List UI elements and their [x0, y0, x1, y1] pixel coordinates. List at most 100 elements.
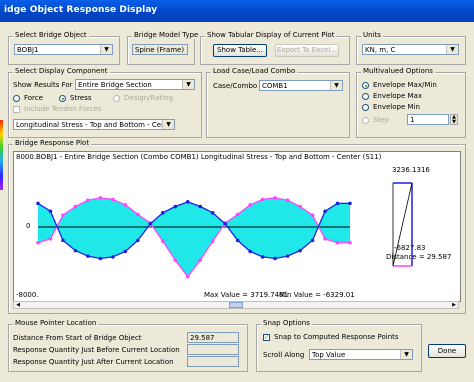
show-table-button[interactable]: Show Table...	[213, 44, 267, 57]
design-rating-label: Design/Rating	[124, 94, 174, 102]
distance-label: Distance From Start of Bridge Object	[13, 334, 142, 342]
stress-radio[interactable]	[59, 95, 66, 102]
step-spinner-icon[interactable]: ▲ ▼	[450, 114, 458, 125]
bottom-series-point	[323, 209, 327, 214]
bottom-series-point	[223, 222, 227, 226]
scroll-thumb[interactable]	[229, 302, 243, 308]
envelope-max-label: Envelope Max	[373, 92, 422, 100]
bottom-series-point	[161, 211, 165, 215]
units-select[interactable]: KN, m, C ▼	[362, 44, 459, 55]
bottom-series-point	[260, 255, 265, 259]
component-select[interactable]: Longitudinal Stress - Top and Bottom - C…	[13, 119, 175, 130]
top-series-point	[111, 197, 115, 202]
bottom-series-point	[136, 238, 140, 243]
bottom-series-point	[185, 200, 190, 204]
top-series-point	[260, 197, 265, 202]
bottom-series-point	[148, 222, 153, 226]
top-series-point	[185, 274, 190, 279]
snap-checkbox[interactable]: ✓	[263, 334, 270, 341]
plot-scrollbar[interactable]: ◀ ▶	[13, 301, 459, 309]
envelope-max-radio[interactable]	[362, 93, 369, 100]
force-label: Force	[24, 94, 43, 102]
units-group: Units KN, m, C ▼	[356, 31, 466, 65]
units-label: Units	[361, 31, 383, 39]
top-series-point	[61, 213, 65, 217]
response-plot-label: Bridge Response Plot	[13, 139, 92, 147]
multivalued-label: Multivalued Options	[361, 67, 435, 75]
show-results-label: Show Results For	[13, 81, 73, 89]
bottom-series-point	[98, 256, 103, 261]
done-button[interactable]: Done	[428, 344, 466, 358]
multivalued-group: Multivalued Options Envelope Max/Min Env…	[356, 67, 466, 138]
plot-canvas[interactable]: 8000. BOBJ1 - Entire Bridge Section (Com…	[13, 151, 461, 302]
bottom-series-point	[36, 201, 40, 206]
top-series-point	[123, 203, 128, 207]
bridge-object-select[interactable]: BOBJ1 ▼	[14, 44, 113, 55]
scroll-right-icon[interactable]: ▶	[450, 302, 458, 308]
top-series-point	[161, 239, 165, 243]
envelope-maxmin-radio[interactable]	[362, 82, 369, 89]
display-component-group: Select Display Component Show Results Fo…	[8, 67, 202, 138]
chevron-down-icon[interactable]: ▼	[446, 45, 458, 54]
include-tendon-label: Include Tendon Forces	[24, 105, 102, 113]
scroll-along-select[interactable]: Top Value ▼	[309, 349, 413, 360]
before-label: Response Quantity Just Before Current Lo…	[13, 346, 180, 354]
title-bar[interactable]: idge Object Response Display	[0, 0, 474, 22]
top-series-point	[335, 240, 340, 245]
envelope-fill	[38, 197, 350, 277]
top-series-point	[136, 212, 140, 217]
force-radio[interactable]	[13, 95, 20, 102]
stress-label: Stress	[70, 94, 92, 102]
show-results-select[interactable]: Entire Bridge Section ▼	[75, 79, 195, 90]
snap-checkbox-label: Snap to Computed Response Points	[274, 333, 399, 341]
before-field	[187, 344, 239, 355]
include-tendon-checkbox[interactable]	[13, 106, 20, 113]
step-label: Step	[373, 116, 389, 124]
case-combo-select[interactable]: COMB1 ▼	[259, 80, 343, 91]
color-legend-strip	[0, 120, 3, 190]
step-input[interactable]: 1	[407, 114, 449, 125]
bottom-series-point	[73, 248, 78, 253]
envelope-min-radio[interactable]	[362, 104, 369, 111]
section-diagonal-line	[392, 182, 413, 267]
response-chart	[36, 182, 413, 279]
top-series-point	[73, 204, 78, 209]
step-radio[interactable]	[362, 117, 369, 124]
response-plot-group: Bridge Response Plot 8000. BOBJ1 - Entir…	[8, 139, 466, 314]
bottom-series-point	[210, 211, 215, 215]
model-type-label: Bridge Model Type	[132, 31, 201, 39]
after-label: Response Quantity Just After Current Loc…	[13, 358, 174, 366]
top-series-point	[210, 239, 215, 243]
bottom-series-point	[235, 238, 240, 243]
top-series-point	[248, 203, 252, 207]
top-series-point	[98, 196, 103, 200]
snap-group: Snap Options ✓ Snap to Computed Response…	[256, 319, 422, 372]
bottom-series-point	[310, 238, 315, 243]
chevron-down-icon[interactable]: ▼	[100, 45, 112, 54]
export-excel-button[interactable]: Export To Excel...	[275, 44, 339, 57]
design-rating-radio[interactable]	[113, 95, 120, 102]
top-series-point	[310, 213, 315, 217]
chevron-down-icon[interactable]: ▼	[330, 81, 342, 90]
top-series-point	[86, 198, 90, 203]
model-type-value: Spine (Frame)	[132, 44, 188, 55]
envelope-maxmin-label: Envelope Max/Min	[373, 81, 437, 89]
chevron-down-icon[interactable]: ▼	[400, 350, 412, 359]
mouse-pointer-label: Mouse Pointer Location	[13, 319, 99, 327]
chevron-down-icon[interactable]: ▼	[162, 120, 174, 129]
top-series-point	[48, 237, 53, 241]
bottom-series-point	[248, 249, 252, 254]
window-title: idge Object Response Display	[4, 5, 158, 15]
chevron-down-icon[interactable]: ▼	[182, 80, 194, 89]
bottom-series-point	[285, 254, 290, 258]
bottom-series-point	[86, 254, 90, 258]
snap-label: Snap Options	[261, 319, 312, 327]
scroll-left-icon[interactable]: ◀	[14, 302, 22, 308]
tabular-label: Show Tabular Display of Current Plot	[205, 31, 337, 39]
load-case-label: Load Case/Load Combo	[211, 67, 298, 75]
bottom-series-point	[335, 201, 340, 206]
bridge-object-label: Select Bridge Object	[13, 31, 89, 39]
top-series-point	[298, 204, 302, 209]
after-field	[187, 356, 239, 367]
display-component-label: Select Display Component	[13, 67, 110, 75]
